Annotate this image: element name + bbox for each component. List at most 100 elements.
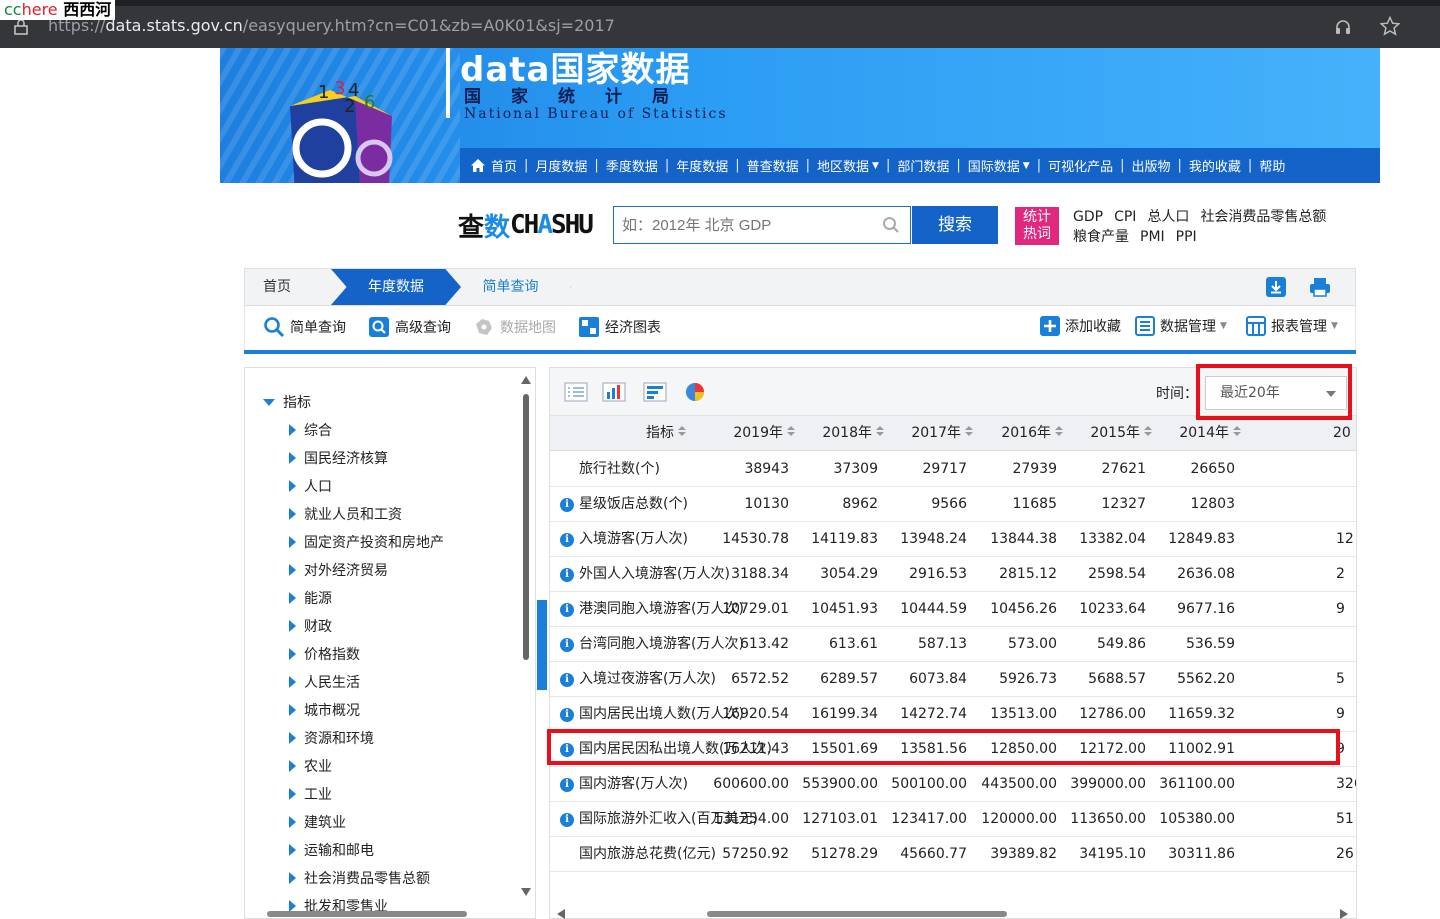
breadcrumb-annual-data[interactable]: 年度数据 (331, 269, 461, 305)
info-icon[interactable]: i (560, 497, 574, 512)
search-icon[interactable] (882, 216, 900, 234)
scroll-thumb[interactable] (267, 911, 467, 917)
splitter-handle[interactable] (537, 600, 547, 690)
nav-item[interactable]: 普查数据 (747, 156, 799, 175)
logo-cube-icon[interactable]: 1 3 4 6 2 (260, 68, 410, 183)
row-indicator-name[interactable]: i 入境过夜游客(万人次) (560, 662, 716, 697)
nav-item[interactable]: 地区数据 ▼ (817, 156, 879, 175)
scroll-right-arrow-icon[interactable] (1340, 909, 1348, 919)
breadcrumb-home[interactable]: 首页 (245, 269, 331, 305)
tree-item[interactable]: 价格指数 (289, 640, 444, 668)
sort-icon[interactable] (1233, 426, 1241, 436)
breadcrumb-simple-query[interactable]: 简单查询 (451, 269, 571, 305)
row-indicator-name[interactable]: i 国内游客(万人次) (560, 767, 688, 802)
nav-item[interactable]: 季度数据 (606, 156, 658, 175)
tree-item[interactable]: 农业 (289, 752, 444, 780)
hot-word-link[interactable]: PPI (1176, 227, 1197, 247)
scroll-thumb[interactable] (707, 911, 1007, 917)
bar-chart-icon[interactable] (602, 382, 626, 402)
row-indicator-name[interactable]: i 入境游客(万人次) (560, 522, 688, 557)
chashu-logo[interactable]: 查数 CH A SHU (458, 208, 594, 243)
tree-horizontal-scrollbar[interactable] (255, 909, 510, 919)
nav-item[interactable]: 年度数据 (676, 156, 728, 175)
tree-item[interactable]: 工业 (289, 780, 444, 808)
tree-item[interactable]: 对外经济贸易 (289, 556, 444, 584)
tree-item[interactable]: 综合 (289, 416, 444, 444)
row-indicator-name[interactable]: i 星级饭店总数(个) (560, 487, 688, 522)
info-icon[interactable]: i (560, 777, 574, 792)
info-icon[interactable]: i (560, 532, 574, 547)
column-header-year[interactable]: 2017年 (903, 416, 973, 451)
pie-chart-icon[interactable] (683, 382, 707, 402)
row-indicator-name[interactable]: 旅行社数(个) (560, 452, 660, 487)
info-icon[interactable]: i (560, 707, 574, 722)
column-header-year[interactable]: 20 (1333, 416, 1356, 451)
report-management-button[interactable]: 报表管理 ▼ (1246, 316, 1338, 336)
hot-word-link[interactable]: CPI (1114, 207, 1136, 227)
nav-item[interactable]: 国际数据 ▼ (968, 156, 1030, 175)
column-header-year[interactable]: 2016年 (993, 416, 1063, 451)
tree-item[interactable]: 资源和环境 (289, 724, 444, 752)
hot-word-link[interactable]: 社会消费品零售总额 (1200, 207, 1326, 227)
sort-icon[interactable] (678, 426, 686, 436)
print-icon[interactable] (1309, 276, 1331, 298)
column-header-indicator[interactable]: 指标 (646, 416, 686, 451)
headphones-icon[interactable] (1334, 18, 1352, 36)
nav-item[interactable]: 部门数据 (897, 156, 949, 175)
tree-item[interactable]: 建筑业 (289, 808, 444, 836)
tree-item[interactable]: 人口 (289, 472, 444, 500)
tree-item[interactable]: 就业人员和工资 (289, 500, 444, 528)
info-icon[interactable]: i (560, 637, 574, 652)
sort-icon[interactable] (965, 426, 973, 436)
tree-item[interactable]: 人民生活 (289, 668, 444, 696)
search-button[interactable]: 搜索 (912, 206, 998, 244)
info-icon[interactable]: i (560, 602, 574, 617)
table-view-icon[interactable] (564, 382, 588, 402)
hot-word-link[interactable]: 总人口 (1147, 207, 1189, 227)
tree-item[interactable]: 城市概况 (289, 696, 444, 724)
add-favorite-button[interactable]: 添加收藏 (1040, 316, 1121, 336)
sort-icon[interactable] (787, 426, 795, 436)
tree-item[interactable]: 能源 (289, 584, 444, 612)
sort-icon[interactable] (1144, 426, 1152, 436)
row-indicator-name[interactable]: 国内旅游总花费(亿元) (560, 837, 716, 872)
nav-item[interactable]: 我的收藏 (1189, 156, 1241, 175)
column-header-year[interactable]: 2014年 (1171, 416, 1241, 451)
column-header-year[interactable]: 2015年 (1082, 416, 1152, 451)
tree-root[interactable]: 指标 (263, 392, 311, 412)
hot-word-link[interactable]: GDP (1073, 207, 1103, 227)
tree-item[interactable]: 固定资产投资和房地产 (289, 528, 444, 556)
tree-vertical-scrollbar[interactable] (521, 376, 531, 896)
bookmark-star-icon[interactable] (1380, 16, 1400, 36)
horizontal-bar-icon[interactable] (643, 382, 667, 402)
info-icon[interactable]: i (560, 672, 574, 687)
scroll-down-arrow-icon[interactable] (521, 888, 531, 896)
sort-icon[interactable] (1055, 426, 1063, 436)
advanced-query-button[interactable]: 高级查询 (368, 316, 451, 338)
tree-item[interactable]: 运输和邮电 (289, 836, 444, 864)
info-icon[interactable]: i (560, 567, 574, 582)
data-map-button[interactable]: 数据地图 (473, 316, 556, 338)
hot-word-link[interactable]: PMI (1140, 227, 1165, 247)
info-icon[interactable]: i (560, 812, 574, 827)
nav-item[interactable]: 帮助 (1259, 156, 1285, 175)
address-bar[interactable]: https://data.stats.gov.cn/easyquery.htm?… (48, 16, 615, 35)
search-input[interactable] (613, 206, 911, 244)
scroll-left-arrow-icon[interactable] (557, 909, 565, 919)
scroll-thumb[interactable] (523, 394, 529, 660)
lock-icon[interactable] (14, 19, 28, 35)
data-management-button[interactable]: 数据管理 ▼ (1135, 316, 1227, 336)
column-header-year[interactable]: 2019年 (725, 416, 795, 451)
sort-icon[interactable] (876, 426, 884, 436)
scroll-up-arrow-icon[interactable] (521, 376, 531, 384)
nav-item[interactable]: 可视化产品 (1048, 156, 1113, 175)
table-horizontal-scrollbar[interactable] (555, 909, 1350, 919)
hot-word-link[interactable]: 粮食产量 (1073, 227, 1129, 247)
download-icon[interactable] (1265, 276, 1287, 298)
nav-item[interactable]: 首页 (470, 156, 517, 175)
economic-chart-button[interactable]: 经济图表 (578, 316, 661, 338)
nav-item[interactable]: 出版物 (1132, 156, 1171, 175)
column-header-year[interactable]: 2018年 (814, 416, 884, 451)
tree-item[interactable]: 国民经济核算 (289, 444, 444, 472)
simple-query-button[interactable]: 简单查询 (263, 316, 346, 338)
